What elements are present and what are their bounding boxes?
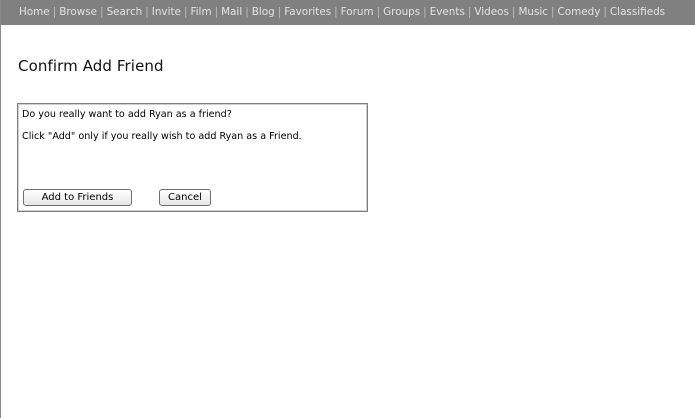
nav-separator: | [100,6,104,18]
nav-link-mail[interactable]: Mail [221,6,242,18]
nav-separator: | [214,6,219,18]
page-title: Confirm Add Friend [18,57,164,75]
nav-separator: | [467,6,472,18]
nav-separator: | [52,6,57,18]
nav-separator: | [603,6,607,18]
cancel-button[interactable]: Cancel [159,189,211,206]
nav-separator: | [245,6,249,18]
nav-separator: | [511,6,516,18]
nav-link-events[interactable]: Events [430,6,465,18]
nav-separator: | [423,6,427,18]
nav-link-home[interactable]: Home [19,6,50,18]
confirm-question-text: Do you really want to add Ryan as a frie… [22,109,232,120]
nav-separator: | [145,6,149,18]
nav-link-blog[interactable]: Blog [252,6,275,18]
nav-link-music[interactable]: Music [518,6,548,18]
nav-link-browse[interactable]: Browse [59,6,97,18]
top-nav-bar: Home | Browse | Search | Invite | Film | Mail | Blog… [1,0,695,25]
nav-link-forum[interactable]: Forum [341,6,374,18]
nav-link-videos[interactable]: Videos [474,6,509,18]
nav-link-search[interactable]: Search [107,6,143,18]
nav-link-invite[interactable]: Invite [152,6,181,18]
nav-separator: | [277,6,282,18]
nav-link-film[interactable]: Film [190,6,211,18]
confirm-dialog: Do you really want to add Ryan as a frie… [17,103,368,212]
nav-separator: | [376,6,381,18]
page: Home | Browse | Search | Invite | Film | Mail | Blog… [0,0,695,418]
nav-link-classifieds[interactable]: Classifieds [610,6,665,18]
nav-separator: | [334,6,338,18]
nav-link-groups[interactable]: Groups [383,6,420,18]
nav-separator: | [551,6,555,18]
add-to-friends-button[interactable]: Add to Friends [23,189,132,206]
confirm-instruction-text: Click "Add" only if you really wish to a… [22,131,302,142]
nav-link-favorites[interactable]: Favorites [284,6,331,18]
nav-link-comedy[interactable]: Comedy [558,6,601,18]
